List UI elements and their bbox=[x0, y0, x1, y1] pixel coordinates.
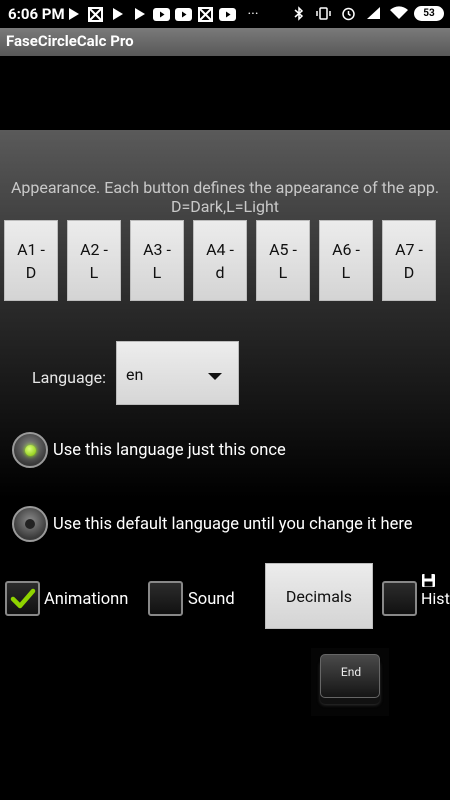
status-bar: 6:06 PM ··· 53 bbox=[0, 0, 450, 28]
radio-unselected-icon bbox=[25, 519, 35, 529]
system-icons: 53 bbox=[289, 5, 444, 21]
language-select-value: en bbox=[126, 365, 144, 384]
radio-language-once[interactable]: Use this language just this once bbox=[12, 432, 286, 468]
youtube-icon bbox=[174, 6, 193, 22]
radio-button-once[interactable] bbox=[12, 432, 48, 468]
language-label: Language: bbox=[32, 368, 107, 387]
appearance-button-a3[interactable]: A3 - L bbox=[130, 220, 184, 301]
app-title-bar: FaseCircleCalc Pro bbox=[0, 28, 450, 56]
appearance-button-a7[interactable]: A7 - D bbox=[382, 220, 436, 301]
battery-indicator: 53 bbox=[414, 5, 444, 21]
status-time: 6:06 PM bbox=[8, 5, 65, 23]
play-store-icon bbox=[64, 6, 83, 22]
alarm-icon bbox=[339, 5, 358, 21]
app-title: FaseCircleCalc Pro bbox=[6, 32, 134, 50]
appearance-button-a1[interactable]: A1 - D bbox=[4, 220, 58, 301]
end-key-label: End bbox=[340, 665, 362, 679]
play-store-icon bbox=[130, 6, 149, 22]
save-icon bbox=[422, 574, 435, 587]
animation-label: Animationn bbox=[44, 590, 129, 609]
sound-label: Sound bbox=[188, 590, 235, 609]
notification-icons: ··· bbox=[64, 6, 266, 22]
radio-once-label: Use this language just this once bbox=[53, 440, 286, 460]
appearance-buttons: A1 - D A2 - L A3 - L A4 - d A5 - L A6 - … bbox=[4, 220, 436, 301]
language-select[interactable]: en bbox=[116, 341, 239, 405]
dropdown-arrow-icon bbox=[208, 373, 222, 380]
radio-default-label: Use this default language until you chan… bbox=[53, 514, 413, 534]
bluetooth-icon bbox=[289, 5, 308, 21]
hist-checkbox[interactable] bbox=[382, 581, 417, 616]
hist-label: Hist bbox=[421, 589, 450, 608]
delivery-icon bbox=[86, 6, 105, 22]
animation-checkbox[interactable] bbox=[5, 581, 40, 616]
appearance-button-a2[interactable]: A2 - L bbox=[67, 220, 121, 301]
appearance-button-a5[interactable]: A5 - L bbox=[256, 220, 310, 301]
decimals-button[interactable]: Decimals bbox=[265, 563, 373, 629]
radio-language-default[interactable]: Use this default language until you chan… bbox=[12, 506, 413, 542]
delivery-icon bbox=[196, 6, 215, 22]
signal-icon bbox=[364, 5, 383, 21]
appearance-button-a4[interactable]: A4 - d bbox=[193, 220, 247, 301]
appearance-description: Appearance. Each button defines the appe… bbox=[10, 178, 440, 216]
wifi-icon bbox=[389, 5, 408, 21]
end-key-cap: End bbox=[320, 654, 380, 698]
play-store-icon bbox=[108, 6, 127, 22]
radio-button-default[interactable] bbox=[12, 506, 48, 542]
more-icon: ··· bbox=[247, 6, 259, 22]
sound-checkbox[interactable] bbox=[148, 581, 183, 616]
checkmark-icon bbox=[10, 588, 35, 608]
radio-selected-icon bbox=[24, 444, 36, 456]
appearance-button-a6[interactable]: A6 - L bbox=[319, 220, 373, 301]
vibrate-icon bbox=[314, 5, 333, 21]
youtube-icon bbox=[152, 6, 171, 22]
end-key-button[interactable]: End bbox=[311, 648, 389, 716]
youtube-icon bbox=[218, 6, 237, 22]
